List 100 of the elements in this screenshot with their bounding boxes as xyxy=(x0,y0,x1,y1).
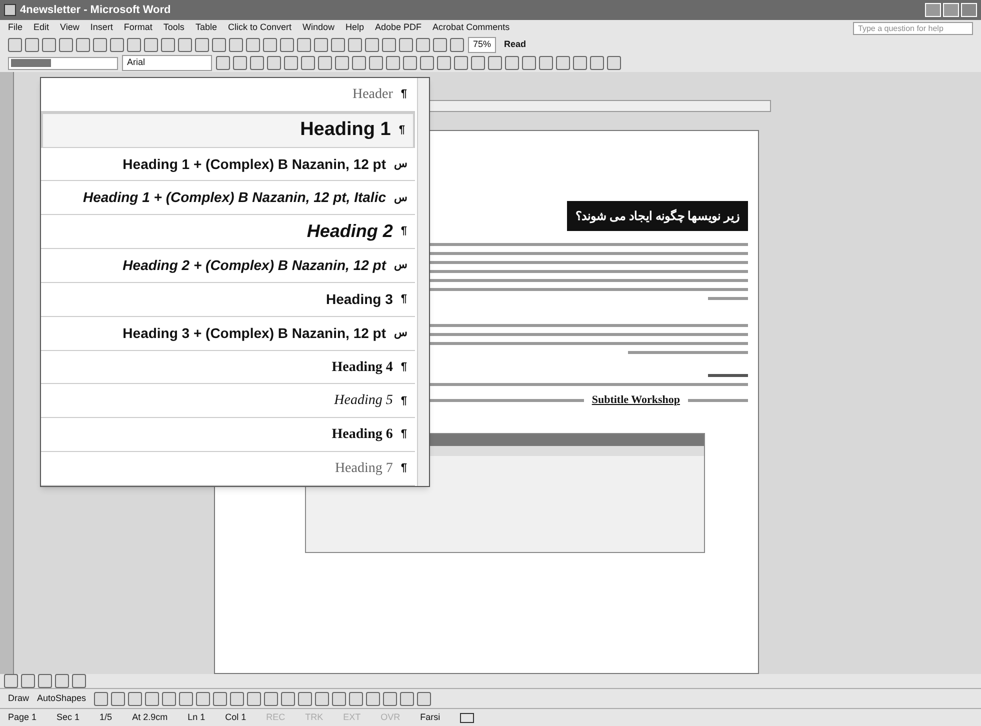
toolbar-icon[interactable] xyxy=(386,56,400,70)
toolbar-icon[interactable] xyxy=(332,692,346,706)
link[interactable]: Subtitle Workshop xyxy=(592,392,680,408)
scrollbar[interactable] xyxy=(417,78,429,486)
toolbar-icon[interactable] xyxy=(488,56,502,70)
toolbar-icon[interactable] xyxy=(21,674,35,688)
menu-item[interactable]: View xyxy=(60,21,80,35)
toolbar-icon[interactable] xyxy=(4,674,18,688)
toolbar-icon[interactable] xyxy=(471,56,485,70)
toolbar-icon[interactable] xyxy=(263,38,277,52)
toolbar-icon[interactable] xyxy=(382,38,396,52)
toolbar-icon[interactable] xyxy=(369,56,383,70)
toolbar-icon[interactable] xyxy=(335,56,349,70)
toolbar-icon[interactable] xyxy=(366,692,380,706)
toolbar-icon[interactable] xyxy=(247,692,262,706)
toolbar-icon[interactable] xyxy=(162,692,176,706)
style-option[interactable]: Heading 6 ¶ xyxy=(41,418,415,452)
autoshapes-button[interactable]: AutoShapes xyxy=(37,692,86,706)
style-option[interactable]: Heading 3 ¶ xyxy=(41,282,415,317)
toolbar-icon[interactable] xyxy=(8,38,22,52)
toolbar-icon[interactable] xyxy=(161,38,175,52)
toolbar-icon[interactable] xyxy=(72,674,86,688)
toolbar-icon[interactable] xyxy=(55,674,69,688)
toolbar-icon[interactable] xyxy=(178,38,192,52)
toolbar-icon[interactable] xyxy=(383,692,398,706)
toolbar-icon[interactable] xyxy=(403,56,417,70)
menu-item[interactable]: File xyxy=(8,21,23,35)
toolbar-icon[interactable] xyxy=(267,56,281,70)
toolbar-icon[interactable] xyxy=(454,56,468,70)
toolbar-icon[interactable] xyxy=(331,38,345,52)
toolbar-icon[interactable] xyxy=(250,56,264,70)
toolbar-icon[interactable] xyxy=(216,56,230,70)
toolbar-icon[interactable] xyxy=(179,692,194,706)
style-option[interactable]: Heading 1 ¶ xyxy=(41,112,415,148)
toolbar-icon[interactable] xyxy=(233,56,247,70)
toolbar-icon[interactable] xyxy=(348,38,362,52)
toolbar-icon[interactable] xyxy=(352,56,366,70)
toolbar-icon[interactable] xyxy=(505,56,519,70)
toolbar-icon[interactable] xyxy=(297,38,311,52)
toolbar-icon[interactable] xyxy=(281,692,296,706)
toolbar-icon[interactable] xyxy=(229,38,243,52)
toolbar-icon[interactable] xyxy=(301,56,315,70)
toolbar-icon[interactable] xyxy=(522,56,536,70)
help-search-field[interactable]: Type a question for help xyxy=(853,22,973,34)
toolbar-icon[interactable] xyxy=(195,38,209,52)
toolbar-icon[interactable] xyxy=(38,674,52,688)
menu-item[interactable]: Adobe PDF xyxy=(375,21,422,35)
toolbar-icon[interactable] xyxy=(590,56,604,70)
toolbar-icon[interactable] xyxy=(417,692,432,706)
toolbar-icon[interactable] xyxy=(76,38,90,52)
menu-item[interactable]: Acrobat Comments xyxy=(432,21,510,35)
menu-item[interactable]: Table xyxy=(195,21,217,35)
toolbar-icon[interactable] xyxy=(42,38,56,52)
toolbar-icon[interactable] xyxy=(128,692,142,706)
toolbar-icon[interactable] xyxy=(437,56,451,70)
toolbar-icon[interactable] xyxy=(556,56,570,70)
toolbar-icon[interactable] xyxy=(315,692,330,706)
style-option[interactable]: Heading 7 ¶ xyxy=(41,452,415,486)
style-option[interactable]: Heading 4 ¶ xyxy=(41,350,415,384)
toolbar-icon[interactable] xyxy=(144,38,158,52)
toolbar-icon[interactable] xyxy=(399,38,413,52)
style-box[interactable] xyxy=(8,56,118,70)
toolbar-icon[interactable] xyxy=(93,38,107,52)
toolbar-icon[interactable] xyxy=(212,38,226,52)
minimize-button[interactable] xyxy=(925,3,941,17)
menu-item[interactable]: Help xyxy=(346,21,364,35)
zoom-box[interactable]: 75% xyxy=(468,37,496,53)
toolbar-icon[interactable] xyxy=(145,692,160,706)
close-button[interactable] xyxy=(961,3,977,17)
toolbar-icon[interactable] xyxy=(94,692,108,706)
font-box[interactable]: Arial xyxy=(122,55,212,71)
toolbar-icon[interactable] xyxy=(314,38,328,52)
menu-item[interactable]: Window xyxy=(302,21,334,35)
toolbar-icon[interactable] xyxy=(400,692,414,706)
toolbar-icon[interactable] xyxy=(573,56,587,70)
toolbar-icon[interactable] xyxy=(246,38,260,52)
toolbar-icon[interactable] xyxy=(420,56,434,70)
toolbar-icon[interactable] xyxy=(127,38,141,52)
toolbar-icon[interactable] xyxy=(284,56,298,70)
toolbar-icon[interactable] xyxy=(264,692,278,706)
draw-button[interactable]: Draw xyxy=(8,692,30,706)
toolbar-icon[interactable] xyxy=(25,38,39,52)
toolbar-icon[interactable] xyxy=(433,38,447,52)
menu-item[interactable]: Tools xyxy=(163,21,184,35)
style-option[interactable]: Heading 2 ¶ xyxy=(41,215,415,250)
menu-item[interactable]: Insert xyxy=(90,21,113,35)
toolbar-icon[interactable] xyxy=(349,692,364,706)
toolbar-icon[interactable] xyxy=(111,692,126,706)
toolbar-icon[interactable] xyxy=(607,56,621,70)
toolbar-icon[interactable] xyxy=(110,38,124,52)
style-option[interactable]: Heading 5 ¶ xyxy=(41,384,415,418)
toolbar-icon[interactable] xyxy=(59,38,73,52)
toolbar-icon[interactable] xyxy=(196,692,210,706)
menu-item[interactable]: Format xyxy=(124,21,152,35)
toolbar-icon[interactable] xyxy=(365,38,379,52)
menu-item[interactable]: Edit xyxy=(34,21,50,35)
read-button[interactable]: Read xyxy=(500,38,530,52)
toolbar-icon[interactable] xyxy=(450,38,464,52)
toolbar-icon[interactable] xyxy=(539,56,553,70)
toolbar-icon[interactable] xyxy=(213,692,228,706)
